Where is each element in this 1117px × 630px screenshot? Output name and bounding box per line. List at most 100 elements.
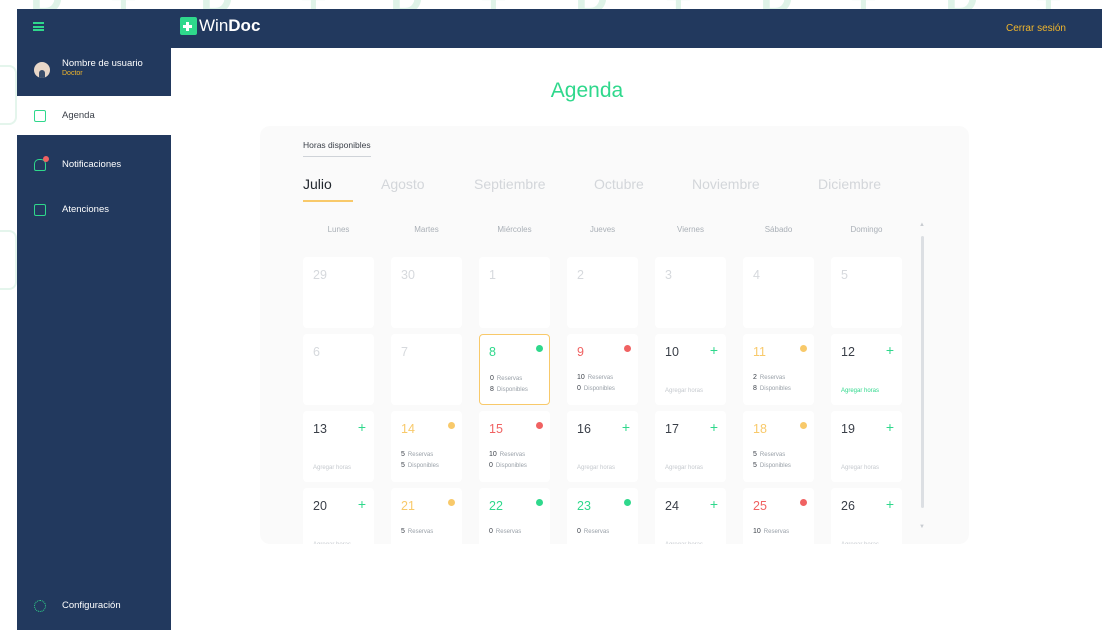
calendar-day[interactable]: 19 + Agregar horas: [831, 411, 902, 482]
calendar-day[interactable]: 23 0 Reservas: [567, 488, 638, 544]
plus-icon[interactable]: +: [622, 420, 630, 434]
day-number: 3: [665, 268, 672, 282]
reservas-count: 2 Reservas: [753, 374, 786, 381]
calendar-day[interactable]: 14 5 Reservas 5 Disponibles: [391, 411, 462, 482]
tab-diciembre[interactable]: Diciembre: [818, 176, 881, 192]
scrollbar[interactable]: [921, 236, 924, 508]
calendar-day[interactable]: 6: [303, 334, 374, 405]
watermark-side: [0, 65, 17, 125]
calendar-day[interactable]: 18 5 Reservas 5 Disponibles: [743, 411, 814, 482]
sidebar-item-label: Configuración: [62, 600, 121, 611]
tab-octubre[interactable]: Octubre: [594, 176, 644, 192]
plus-icon[interactable]: +: [358, 497, 366, 511]
plus-icon[interactable]: +: [358, 420, 366, 434]
calendar-day[interactable]: 26 + Agregar horas: [831, 488, 902, 544]
plus-icon[interactable]: +: [710, 343, 718, 357]
disponibles-count: 8 Disponibles: [490, 386, 528, 393]
calendar-day[interactable]: 7: [391, 334, 462, 405]
calendar-day[interactable]: 25 10 Reservas: [743, 488, 814, 544]
calendar-day[interactable]: 5: [831, 257, 902, 328]
calendar-day[interactable]: 13 + Agregar horas: [303, 411, 374, 482]
watermark-side: [0, 230, 17, 290]
sidebar-item-agenda[interactable]: Agenda: [17, 96, 171, 135]
sidebar-item-configuracion[interactable]: Configuración: [17, 586, 171, 625]
calendar-day[interactable]: 15 10 Reservas 0 Disponibles: [479, 411, 550, 482]
day-number: 20: [313, 499, 327, 513]
tab-julio[interactable]: Julio: [303, 176, 332, 192]
add-hours-link[interactable]: Agregar horas: [313, 465, 351, 471]
disponibles-count: 0 Disponibles: [489, 462, 527, 469]
reservas-count: 5 Reservas: [401, 528, 434, 535]
day-number: 12: [841, 345, 855, 359]
brand-name: WinDoc: [199, 16, 261, 35]
day-number: 10: [665, 345, 679, 359]
weekday-label: Viernes: [677, 225, 704, 234]
menu-icon[interactable]: [33, 22, 44, 31]
plus-icon[interactable]: +: [886, 343, 894, 357]
day-number: 23: [577, 499, 591, 513]
calendar-day[interactable]: 21 5 Reservas: [391, 488, 462, 544]
scroll-up-arrow[interactable]: ▲: [919, 222, 925, 228]
calendar-day[interactable]: 4: [743, 257, 814, 328]
status-dot: [536, 499, 543, 506]
add-hours-link[interactable]: Agregar horas: [841, 465, 879, 471]
add-hours-link[interactable]: Agregar horas: [665, 465, 703, 471]
day-number: 5: [841, 268, 848, 282]
calendar-day[interactable]: 1: [479, 257, 550, 328]
calendar-day[interactable]: 3: [655, 257, 726, 328]
calendar-day[interactable]: 9 10 Reservas 0 Disponibles: [567, 334, 638, 405]
sidebar-item-notificaciones[interactable]: Notificaciones: [17, 145, 171, 184]
calendar-day[interactable]: 11 2 Reservas 8 Disponibles: [743, 334, 814, 405]
calendar-day[interactable]: 10 + Agregar horas: [655, 334, 726, 405]
plus-icon[interactable]: +: [886, 420, 894, 434]
weekday-label: Martes: [414, 225, 439, 234]
day-number: 15: [489, 422, 503, 436]
add-hours-link[interactable]: Agregar horas: [841, 542, 879, 544]
day-number: 8: [489, 345, 496, 359]
sidebar-item-atenciones[interactable]: Atenciones: [17, 190, 171, 229]
tab-septiembre[interactable]: Septiembre: [474, 176, 546, 192]
add-hours-link[interactable]: Agregar horas: [313, 542, 351, 544]
calendar-day[interactable]: 20 + Agregar horas: [303, 488, 374, 544]
disponibles-count: 5 Disponibles: [753, 462, 791, 469]
calendar-day[interactable]: 29: [303, 257, 374, 328]
tab-noviembre[interactable]: Noviembre: [692, 176, 760, 192]
calendar-day[interactable]: 12 + Agregar horas: [831, 334, 902, 405]
notification-badge: [43, 156, 49, 162]
status-dot: [800, 422, 807, 429]
calendar-day[interactable]: 8 0 Reservas 8 Disponibles: [479, 334, 550, 405]
day-number: 4: [753, 268, 760, 282]
logout-link[interactable]: Cerrar sesión: [1006, 23, 1066, 34]
plus-icon[interactable]: +: [710, 420, 718, 434]
plus-icon[interactable]: +: [886, 497, 894, 511]
calendar-day[interactable]: 16 + Agregar horas: [567, 411, 638, 482]
scroll-down-arrow[interactable]: ▼: [919, 524, 925, 530]
brand-logo[interactable]: WinDoc: [180, 17, 260, 35]
add-hours-link[interactable]: Agregar horas: [577, 465, 615, 471]
day-number: 9: [577, 345, 584, 359]
user-role: Doctor: [62, 70, 83, 77]
calendar-day[interactable]: 22 0 Reservas: [479, 488, 550, 544]
page-title: Agenda: [550, 79, 624, 102]
day-number: 13: [313, 422, 327, 436]
weekday-label: Jueves: [589, 225, 616, 234]
add-hours-link[interactable]: Agregar horas: [665, 542, 703, 544]
tab-agosto[interactable]: Agosto: [381, 176, 425, 192]
sidebar-item-label: Agenda: [62, 110, 95, 121]
calendar-panel: Horas disponibles Julio Agosto Septiembr…: [260, 126, 969, 544]
reservas-count: 0 Reservas: [577, 528, 610, 535]
calendar-day[interactable]: 24 + Agregar horas: [655, 488, 726, 544]
calendar-day[interactable]: 2: [567, 257, 638, 328]
reservas-count: 0 Reservas: [489, 528, 522, 535]
calendar-day[interactable]: 30: [391, 257, 462, 328]
calendar-day[interactable]: 17 + Agregar horas: [655, 411, 726, 482]
add-hours-link[interactable]: Agregar horas: [841, 388, 879, 394]
disponibles-count: 5 Disponibles: [401, 462, 439, 469]
sidebar-item-label: Atenciones: [62, 204, 110, 215]
section-label: Horas disponibles: [303, 140, 371, 157]
plus-icon[interactable]: +: [710, 497, 718, 511]
disponibles-count: 0 Disponibles: [577, 385, 615, 392]
add-hours-link[interactable]: Agregar horas: [665, 388, 703, 394]
user-name: Nombre de usuario: [62, 58, 143, 69]
day-number: 25: [753, 499, 767, 513]
